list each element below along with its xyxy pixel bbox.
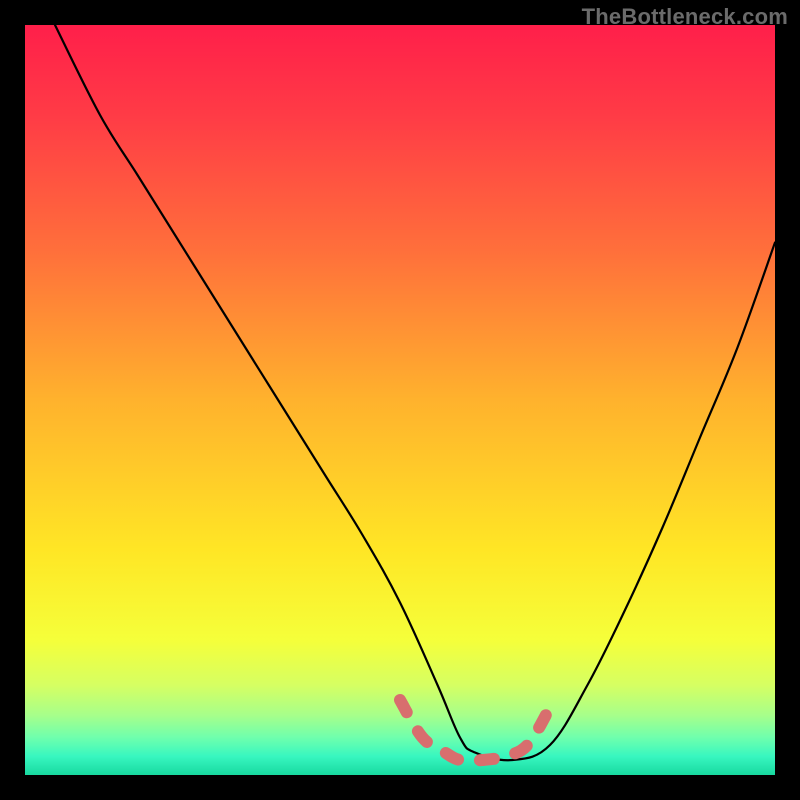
curve-layer xyxy=(25,25,775,775)
bottleneck-curve xyxy=(55,25,775,760)
chart-frame: TheBottleneck.com xyxy=(0,0,800,800)
plot-area xyxy=(25,25,775,775)
